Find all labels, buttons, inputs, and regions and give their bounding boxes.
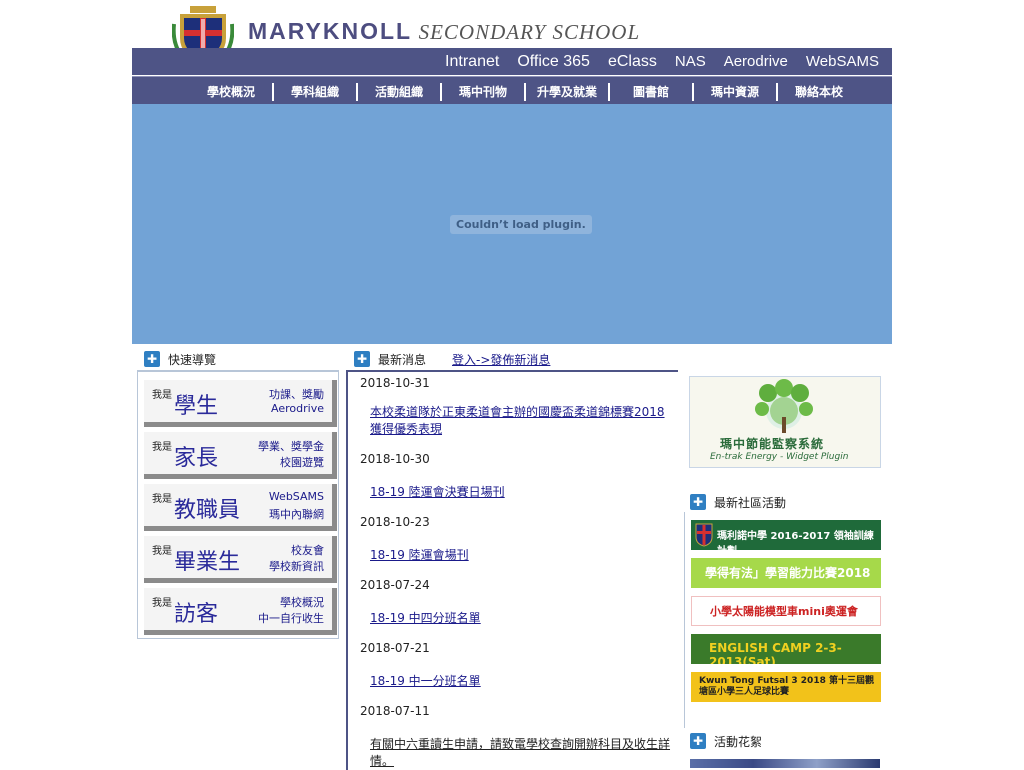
nav-contact[interactable]: 聯絡本校	[778, 83, 860, 101]
news-item: 2018-10-30 18-19 陸運會決賽日場刊	[348, 452, 678, 501]
link-eclass[interactable]: eClass	[599, 52, 666, 72]
community-label-1: 瑪利諾中學 2016-2017 領袖訓練計劃	[717, 531, 874, 550]
community-banner-2[interactable]: 學得有法」學習能力比賽2018	[691, 558, 881, 588]
nav-subjects[interactable]: 學科組織	[274, 83, 358, 101]
quick-nav-header: ✚ 快速導覽	[144, 350, 216, 368]
news-date: 2018-07-11	[360, 704, 430, 718]
news-date: 2018-10-31	[360, 376, 430, 390]
quick-nav-panel: 我是 學生 功課、獎勵 Aerodrive 我是 家長 學業、獎學金 校園遊覽 …	[137, 370, 339, 639]
news-date: 2018-10-23	[360, 515, 430, 529]
community-label-5: Kwun Tong Futsal 3 2018 第十三屆觀塘區小學三人足球比賽	[699, 676, 874, 697]
link-office365[interactable]: Office 365	[508, 52, 599, 72]
quick-alumni-button[interactable]: 我是 畢業生 校友會 學校新資訊	[144, 536, 337, 583]
quick-prefix: 我是	[152, 494, 172, 505]
nav-resources[interactable]: 瑪中資源	[694, 83, 778, 101]
quick-parent-button[interactable]: 我是 家長 學業、獎學金 校園遊覽	[144, 432, 337, 479]
main-nav: 學校概況 學科組織 活動組織 瑪中刊物 升學及就業 圖書館 瑪中資源 聯絡本校	[132, 76, 892, 105]
gallery-header: ✚ 活動花絮	[690, 732, 762, 750]
news-link[interactable]: 18-19 中一分班名單	[370, 673, 670, 690]
quick-student-button[interactable]: 我是 學生 功課、獎勵 Aerodrive	[144, 380, 337, 427]
news-item: 2018-10-23 18-19 陸運會場刊	[348, 515, 678, 564]
quick-nav-title: 快速導覽	[168, 352, 217, 367]
community-panel: 瑪利諾中學 2016-2017 領袖訓練計劃 學得有法」學習能力比賽2018 小…	[684, 512, 889, 728]
community-banner-5[interactable]: Kwun Tong Futsal 3 2018 第十三屆觀塘區小學三人足球比賽	[691, 672, 881, 702]
news-date: 2018-10-30	[360, 452, 430, 466]
header: MARYKNOLL SECONDARY SCHOOL	[132, 0, 892, 62]
quick-sub2[interactable]: 中一自行收生	[258, 610, 324, 626]
community-banner-4[interactable]: ENGLISH CAMP 2-3-2013(Sat)	[691, 634, 881, 664]
nav-activities[interactable]: 活動組織	[358, 83, 442, 101]
quick-label: 家長	[174, 446, 219, 471]
community-banner-3[interactable]: 小學太陽能模型車mini奧運會	[691, 596, 881, 626]
community-label-3: 小學太陽能模型車mini奧運會	[710, 605, 858, 618]
news-panel: 2018-10-31 本校柔道隊於正東柔道會主辦的國慶盃柔道錦標賽2018獲得優…	[346, 370, 678, 770]
quick-sub1[interactable]: 校友會	[291, 542, 324, 558]
section-cross-icon: ✚	[690, 733, 706, 749]
quick-prefix: 我是	[152, 390, 172, 401]
news-item: 2018-07-24 18-19 中四分班名單	[348, 578, 678, 627]
energy-caption-en: En-trak Energy - Widget Plugin	[710, 452, 849, 462]
top-link-bar: Intranet Office 365 eClass NAS Aerodrive…	[132, 48, 892, 75]
gallery-title: 活動花絮	[714, 734, 763, 749]
quick-label: 畢業生	[174, 550, 241, 575]
news-item: 2018-07-21 18-19 中一分班名單	[348, 641, 678, 690]
news-link[interactable]: 18-19 陸運會決賽日場刊	[370, 484, 670, 501]
section-cross-icon: ✚	[690, 494, 706, 510]
crest-icon	[695, 523, 713, 547]
community-title: 最新社區活動	[714, 495, 787, 510]
quick-sub2[interactable]: Aerodrive	[271, 402, 324, 415]
link-intranet[interactable]: Intranet	[436, 52, 508, 72]
section-cross-icon: ✚	[354, 351, 370, 367]
school-name-italic: SECONDARY SCHOOL	[418, 20, 641, 44]
quick-sub2[interactable]: 校園遊覽	[280, 454, 324, 470]
banner-plugin-area[interactable]: Couldn’t load plugin.	[132, 104, 892, 344]
quick-sub1[interactable]: 學業、獎學金	[258, 438, 324, 454]
news-link[interactable]: 有關中六重讀生申請，請致電學校查詢開辦科目及收生詳情。	[370, 736, 670, 770]
community-banner-1[interactable]: 瑪利諾中學 2016-2017 領袖訓練計劃	[691, 520, 881, 550]
news-header: ✚ 最新消息 登入->發佈新消息	[354, 350, 550, 368]
news-link[interactable]: 本校柔道隊於正東柔道會主辦的國慶盃柔道錦標賽2018獲得優秀表現	[370, 404, 670, 438]
top-links: Intranet Office 365 eClass NAS Aerodrive…	[436, 52, 888, 72]
school-name: MARYKNOLL SECONDARY SCHOOL	[248, 18, 640, 45]
news-link[interactable]: 18-19 陸運會場刊	[370, 547, 670, 564]
news-login-link[interactable]: 登入->發佈新消息	[452, 351, 550, 368]
quick-sub2[interactable]: 學校新資訊	[269, 558, 324, 574]
quick-label: 訪客	[174, 602, 219, 627]
link-aerodrive[interactable]: Aerodrive	[715, 52, 797, 72]
news-item: 2018-10-31 本校柔道隊於正東柔道會主辦的國慶盃柔道錦標賽2018獲得優…	[348, 376, 678, 438]
link-websams[interactable]: WebSAMS	[797, 52, 888, 72]
news-date: 2018-07-21	[360, 641, 430, 655]
community-label-4: ENGLISH CAMP 2-3-2013(Sat)	[709, 641, 842, 664]
quick-sub1[interactable]: WebSAMS	[269, 490, 324, 503]
quick-sub1[interactable]: 功課、獎勵	[269, 386, 324, 402]
quick-label: 教職員	[174, 498, 241, 523]
news-link[interactable]: 18-19 中四分班名單	[370, 610, 670, 627]
gallery-thumbnail[interactable]	[690, 759, 880, 768]
community-label-2: 學得有法」學習能力比賽2018	[705, 566, 871, 580]
news-title: 最新消息	[378, 352, 427, 367]
quick-sub2[interactable]: 瑪中內聯網	[269, 506, 324, 522]
nav-publications[interactable]: 瑪中刊物	[442, 83, 526, 101]
nav-careers[interactable]: 升學及就業	[526, 83, 610, 101]
news-date: 2018-07-24	[360, 578, 430, 592]
plugin-error-message: Couldn’t load plugin.	[450, 215, 592, 234]
page-wrapper: MARYKNOLL SECONDARY SCHOOL Intranet Offi…	[132, 0, 892, 770]
section-cross-icon: ✚	[144, 351, 160, 367]
quick-prefix: 我是	[152, 546, 172, 557]
quick-staff-button[interactable]: 我是 教職員 WebSAMS 瑪中內聯網	[144, 484, 337, 531]
nav-about[interactable]: 學校概況	[190, 83, 274, 101]
quick-sub1[interactable]: 學校概況	[280, 594, 324, 610]
quick-visitor-button[interactable]: 我是 訪客 學校概況 中一自行收生	[144, 588, 337, 635]
quick-prefix: 我是	[152, 442, 172, 453]
quick-label: 學生	[174, 394, 219, 419]
globe-tree-icon	[755, 379, 813, 433]
energy-widget[interactable]: 瑪中節能監察系統 En-trak Energy - Widget Plugin	[689, 376, 881, 468]
link-nas[interactable]: NAS	[666, 52, 715, 72]
energy-caption-zh: 瑪中節能監察系統	[720, 437, 825, 451]
quick-prefix: 我是	[152, 598, 172, 609]
school-name-bold: MARYKNOLL	[248, 18, 413, 44]
nav-library[interactable]: 圖書館	[610, 83, 694, 101]
news-item: 2018-07-11 有關中六重讀生申請，請致電學校查詢開辦科目及收生詳情。	[348, 704, 678, 770]
community-header: ✚ 最新社區活動	[690, 493, 786, 511]
